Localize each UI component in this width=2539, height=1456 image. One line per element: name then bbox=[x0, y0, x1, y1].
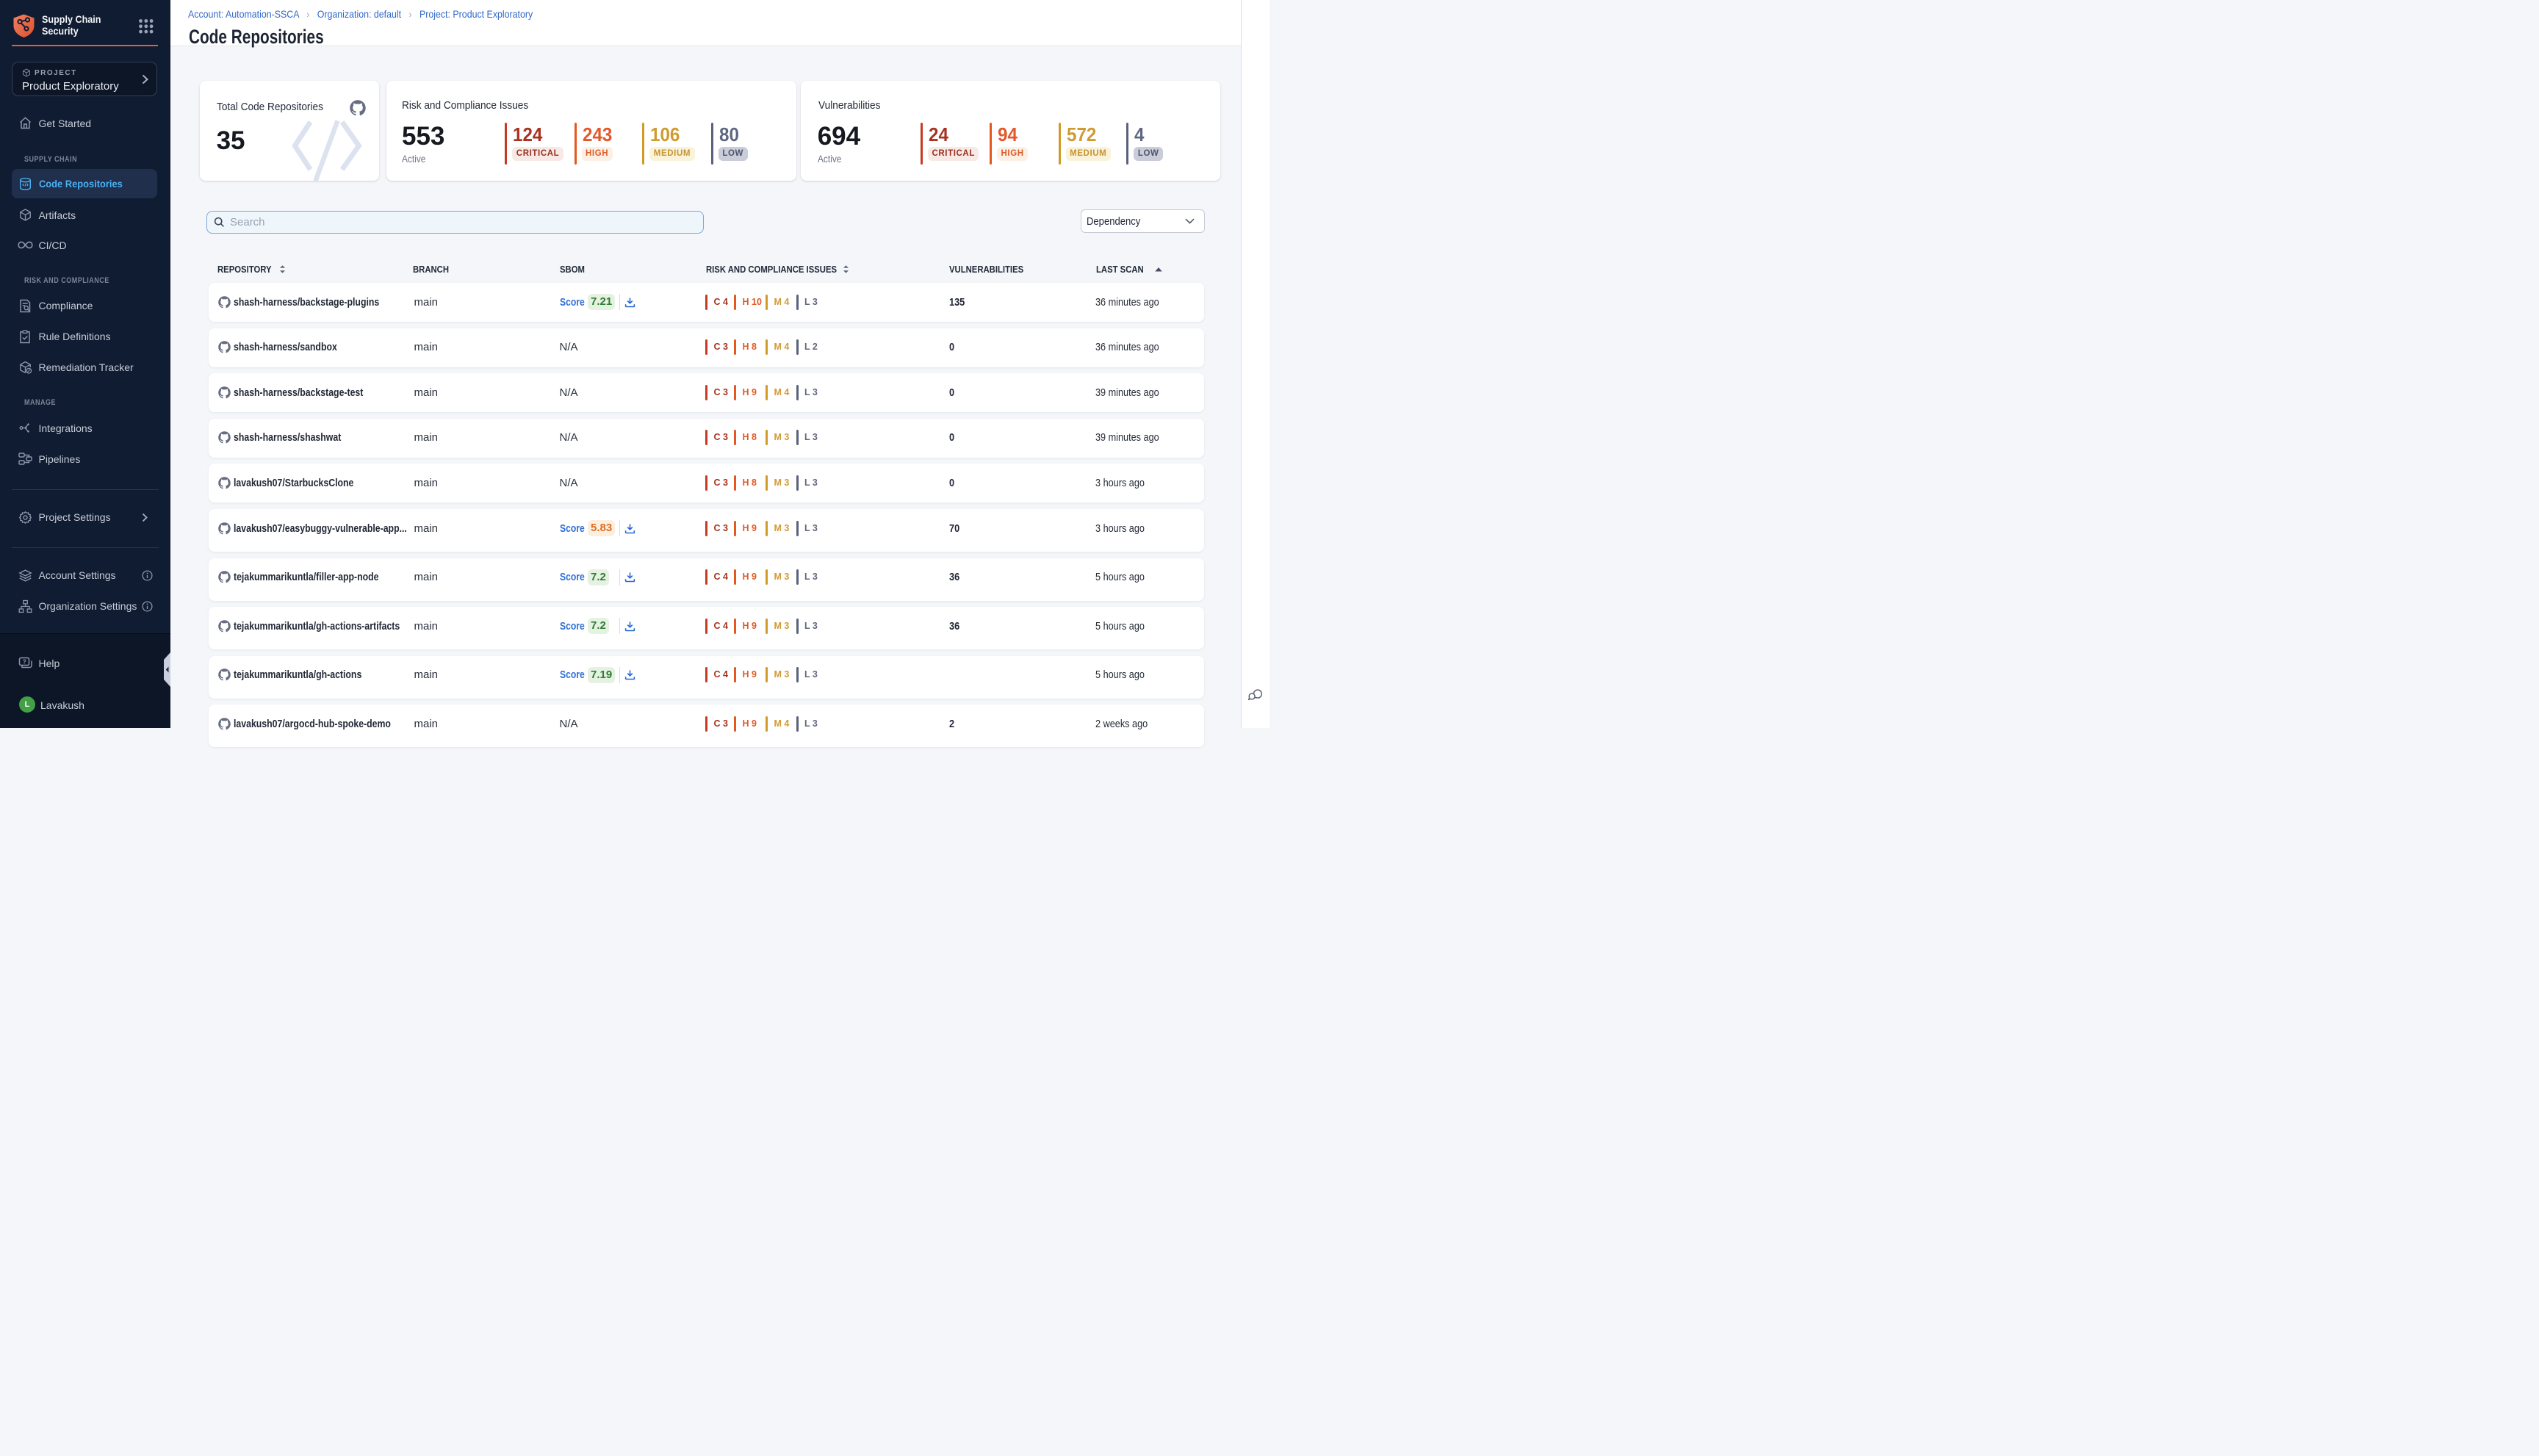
svg-text:?: ? bbox=[23, 657, 26, 665]
